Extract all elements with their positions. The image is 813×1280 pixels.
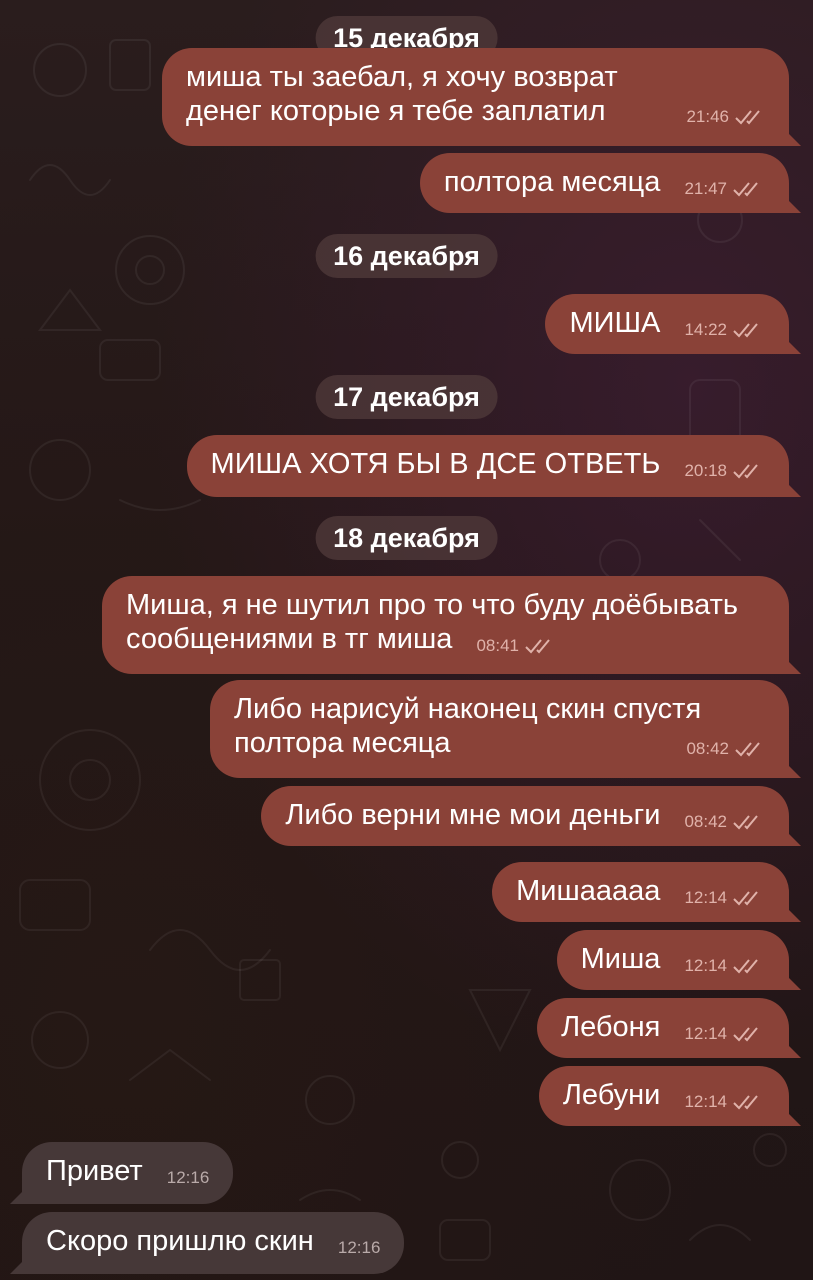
message-meta: 12:16 (338, 1231, 381, 1265)
message-text: Либо верни мне мои деньги (285, 799, 661, 831)
double-check-icon (733, 1095, 758, 1110)
message-meta: 21:47 (684, 172, 765, 206)
message-text: МИША ХОТЯ БЫ В ДСЕ ОТВЕТЬ (210, 448, 661, 480)
message-time: 21:47 (684, 179, 727, 198)
message-bubble-outgoing[interactable]: Мишааааа 12:14 (492, 862, 789, 922)
message-text: полтора месяца (443, 166, 661, 198)
message-text: Скоро пришлю скин (46, 1225, 314, 1257)
double-check-icon (733, 182, 758, 197)
message-time: 08:42 (686, 739, 729, 758)
message-meta: 20:18 (684, 454, 765, 488)
message-meta: 12:16 (167, 1161, 210, 1195)
message-meta: 12:14 (684, 1017, 765, 1051)
message-bubble-outgoing[interactable]: Миша, я не шутил про то что буду доёбыва… (102, 576, 789, 674)
message-text: Миша (580, 943, 661, 975)
message-bubble-outgoing[interactable]: Лебоня 12:14 (537, 998, 789, 1058)
double-check-icon (733, 464, 758, 479)
message-list[interactable]: 15 декабря миша ты заебал, я хочу возвра… (0, 0, 813, 1280)
message-time: 21:46 (686, 107, 729, 126)
date-separator: 16 декабря (315, 234, 498, 278)
message-text: Либо нарисуй наконец скин спустя полтора… (234, 693, 702, 759)
message-bubble-outgoing[interactable]: Миша 12:14 (556, 930, 789, 990)
message-meta: 12:14 (684, 1085, 765, 1119)
message-text: Мишааааа (516, 875, 661, 907)
message-time: 12:16 (337, 1238, 381, 1257)
date-separator: 17 декабря (315, 375, 498, 419)
message-meta: 21:46 (686, 100, 767, 134)
message-time: 12:14 (684, 1024, 727, 1043)
message-time: 08:41 (476, 636, 519, 655)
message-meta: 14:22 (684, 313, 765, 347)
message-bubble-outgoing[interactable]: МИША ХОТЯ БЫ В ДСЕ ОТВЕТЬ 20:18 (186, 435, 789, 497)
message-time: 14:22 (684, 320, 727, 339)
double-check-icon (735, 110, 760, 125)
double-check-icon (525, 639, 550, 654)
message-bubble-incoming[interactable]: Привет 12:16 (22, 1142, 234, 1204)
message-text: Лебуни (562, 1079, 661, 1111)
message-meta: 12:14 (684, 881, 765, 915)
message-time: 20:18 (684, 461, 727, 480)
message-meta: 08:41 (476, 629, 557, 663)
double-check-icon (733, 815, 758, 830)
message-bubble-outgoing[interactable]: Лебуни 12:14 (538, 1066, 789, 1126)
double-check-icon (735, 742, 760, 757)
double-check-icon (733, 891, 758, 906)
message-bubble-outgoing[interactable]: миша ты заебал, я хочу возврат денег кот… (162, 48, 789, 146)
message-bubble-outgoing[interactable]: МИША 14:22 (545, 294, 789, 354)
message-meta: 08:42 (684, 805, 765, 839)
message-text: миша ты заебал, я хочу возврат денег кот… (186, 61, 618, 127)
message-meta: 08:42 (686, 732, 767, 766)
double-check-icon (733, 959, 758, 974)
message-bubble-incoming[interactable]: Скоро пришлю скин 12:16 (22, 1212, 405, 1274)
message-bubble-outgoing[interactable]: Либо верни мне мои деньги 08:42 (261, 786, 789, 846)
message-text: Лебоня (561, 1011, 661, 1043)
message-time: 12:14 (684, 888, 727, 907)
message-time: 12:14 (684, 956, 727, 975)
message-text: Миша, я не шутил про то что буду доёбыва… (126, 589, 739, 655)
message-meta: 12:14 (684, 949, 765, 983)
message-text: МИША (569, 307, 661, 339)
date-separator: 18 декабря (315, 516, 498, 560)
message-bubble-outgoing[interactable]: полтора месяца 21:47 (419, 153, 789, 213)
double-check-icon (733, 1027, 758, 1042)
message-time: 12:16 (166, 1168, 210, 1187)
double-check-icon (733, 323, 758, 338)
message-time: 08:42 (684, 812, 727, 831)
message-bubble-outgoing[interactable]: Либо нарисуй наконец скин спустя полтора… (210, 680, 789, 778)
message-text: Привет (46, 1155, 143, 1187)
message-time: 12:14 (684, 1092, 727, 1111)
